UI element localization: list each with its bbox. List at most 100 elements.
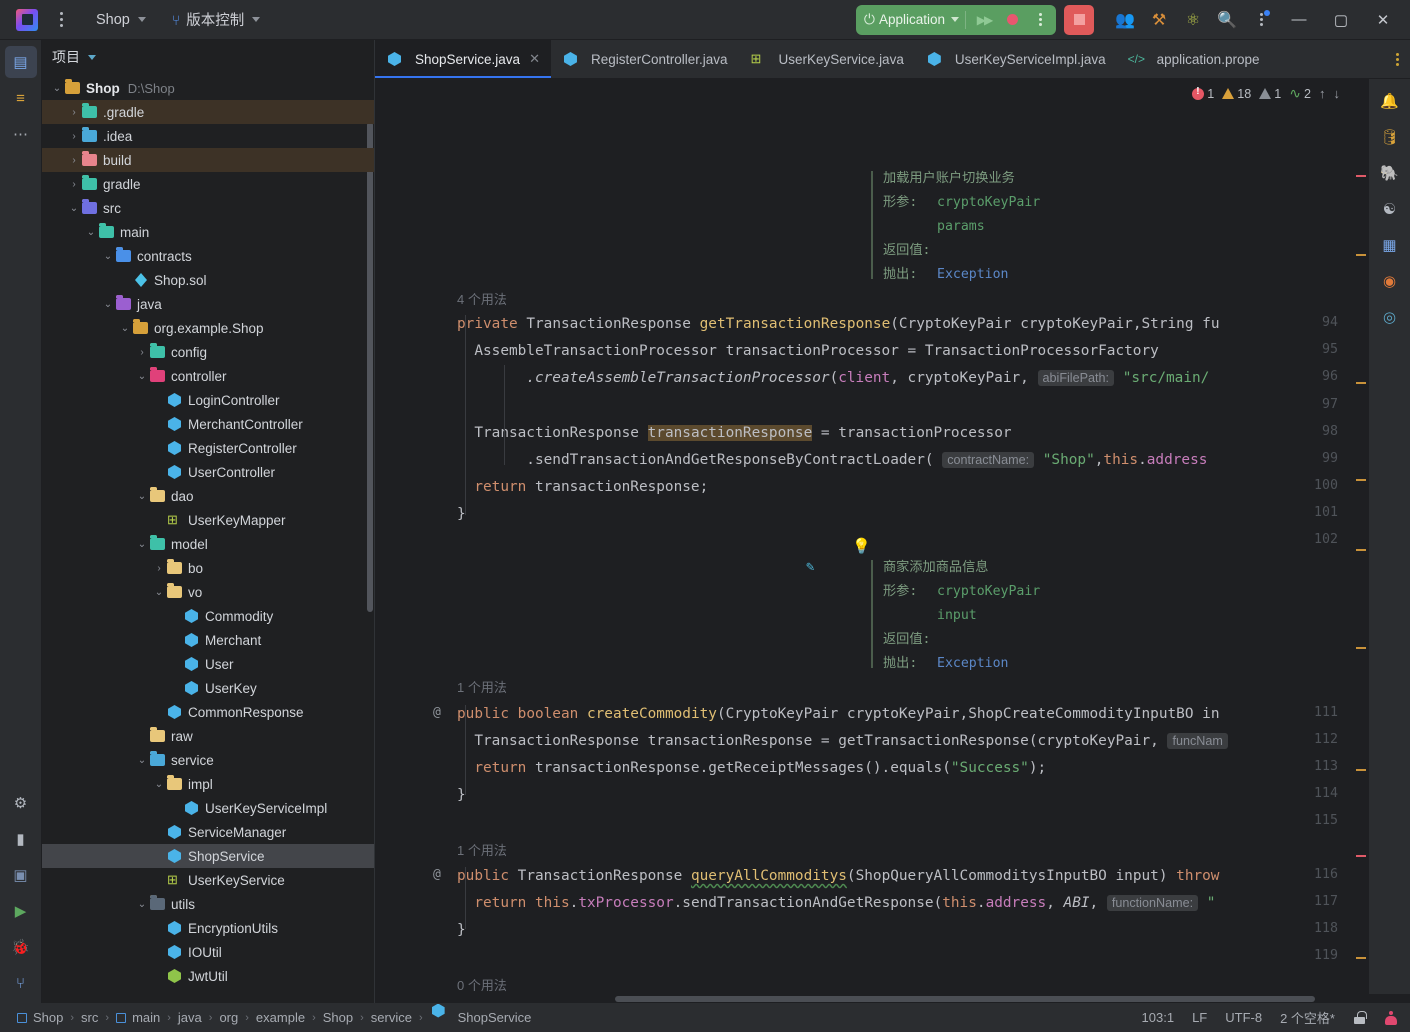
tree-item-jwtutil[interactable]: JwtUtil xyxy=(42,964,374,988)
more-options-icon[interactable] xyxy=(1244,5,1278,35)
line-number-98[interactable]: 98 xyxy=(1278,424,1338,439)
more-tools-icon[interactable]: ⋯ xyxy=(5,118,37,150)
tree-item-dao[interactable]: ⌄ dao xyxy=(42,484,374,508)
stop-button[interactable] xyxy=(1064,4,1094,35)
services-icon[interactable]: ▣ xyxy=(5,859,37,891)
tree-item-merchantcontroller[interactable]: MerchantController xyxy=(42,412,374,436)
line-number-116[interactable]: 116 xyxy=(1278,867,1338,882)
caret-position[interactable]: 103:1 xyxy=(1142,1010,1175,1025)
users-icon[interactable]: 👥 xyxy=(1108,5,1142,35)
error-count-badge[interactable]: 1 xyxy=(1192,86,1214,101)
tree-item-user[interactable]: User xyxy=(42,652,374,676)
search-icon[interactable]: 🔍 xyxy=(1210,5,1244,35)
tree-item-userkeyservice[interactable]: ⊞ UserKeyService xyxy=(42,868,374,892)
tree-item-usercontroller[interactable]: UserController xyxy=(42,460,374,484)
line-number-97[interactable]: 97 xyxy=(1278,397,1338,412)
tree-item-gradle[interactable]: › gradle xyxy=(42,172,374,196)
chevron-right-icon[interactable]: › xyxy=(67,155,81,166)
line-number-114[interactable]: 114 xyxy=(1278,786,1338,801)
tree-item-contracts[interactable]: ⌄ contracts xyxy=(42,244,374,268)
line-number-99[interactable]: 99 xyxy=(1278,451,1338,466)
database-icon[interactable]: 🛢 xyxy=(1374,121,1406,153)
breadcrumb-org[interactable]: org xyxy=(214,1008,243,1027)
editor-tab-registercontroller-java[interactable]: RegisterController.java xyxy=(551,40,739,78)
tree-item-encryptionutils[interactable]: EncryptionUtils xyxy=(42,916,374,940)
close-tab-icon[interactable]: ✕ xyxy=(529,51,540,67)
chevron-down-icon[interactable]: ⌄ xyxy=(135,755,149,766)
line-number-111[interactable]: 111 xyxy=(1278,705,1338,720)
tree-item-java[interactable]: ⌄ java xyxy=(42,292,374,316)
editor-tab-userkeyserviceimpl-java[interactable]: UserKeyServiceImpl.java xyxy=(915,40,1117,78)
tree-item-servicemanager[interactable]: ServiceManager xyxy=(42,820,374,844)
previous-problem-icon[interactable]: ↑ xyxy=(1319,86,1326,101)
siren-icon[interactable] xyxy=(1384,1010,1398,1025)
indent-setting[interactable]: 2 个空格* xyxy=(1280,1008,1335,1027)
chevron-right-icon[interactable]: › xyxy=(135,347,149,358)
line-number-95[interactable]: 95 xyxy=(1278,342,1338,357)
line-number-96[interactable]: 96 xyxy=(1278,369,1338,384)
ai-chat-icon[interactable]: ◉ xyxy=(1374,265,1406,297)
tree-item-org-example-shop[interactable]: ⌄ org.example.Shop xyxy=(42,316,374,340)
chevron-down-icon[interactable]: ⌄ xyxy=(50,83,64,94)
warning-count-badge[interactable]: 18 xyxy=(1222,87,1251,101)
notifications-icon[interactable]: 🔔 xyxy=(1374,85,1406,117)
chevron-right-icon[interactable]: › xyxy=(67,131,81,142)
chevron-down-icon[interactable]: ⌄ xyxy=(152,587,166,598)
editor-horizontal-scrollbar[interactable] xyxy=(375,994,1410,1003)
typo-count-badge[interactable]: ∿ 2 xyxy=(1289,85,1311,102)
file-encoding[interactable]: UTF-8 xyxy=(1225,1010,1262,1025)
tree-item-build[interactable]: › build xyxy=(42,148,374,172)
chevron-down-icon[interactable]: ⌄ xyxy=(152,779,166,790)
tree-item-bo[interactable]: › bo xyxy=(42,556,374,580)
breadcrumb-main[interactable]: main xyxy=(111,1008,165,1027)
bean-validation-icon[interactable]: ☯ xyxy=(1374,193,1406,225)
intention-bulb-icon[interactable]: 💡 xyxy=(852,537,871,555)
chevron-down-icon[interactable]: ⌄ xyxy=(67,203,81,214)
line-number-100[interactable]: 100 xyxy=(1278,478,1338,493)
ai-assistant-icon[interactable]: ⚛ xyxy=(1176,5,1210,35)
chevron-down-icon[interactable]: ⌄ xyxy=(135,539,149,550)
line-number-113[interactable]: 113 xyxy=(1278,759,1338,774)
chevron-down-icon[interactable]: ⌄ xyxy=(101,251,115,262)
usage-hint-3[interactable]: 0 个用法 xyxy=(457,975,507,994)
tree-item-shop-sol[interactable]: Shop.sol xyxy=(42,268,374,292)
tree-item-commodity[interactable]: Commodity xyxy=(42,604,374,628)
editor-tab-shopservice-java[interactable]: ShopService.java ✕ xyxy=(375,40,551,78)
run-tool-icon[interactable]: ▶ xyxy=(5,895,37,927)
line-separator[interactable]: LF xyxy=(1192,1010,1207,1025)
project-panel-header[interactable]: 项目 xyxy=(42,40,374,74)
tree-item-logincontroller[interactable]: LoginController xyxy=(42,388,374,412)
usage-hint-1[interactable]: 1 个用法 xyxy=(457,677,507,696)
breadcrumb-java[interactable]: java xyxy=(173,1008,207,1027)
breadcrumb-src[interactable]: src xyxy=(76,1008,103,1027)
tree-item-src[interactable]: ⌄ src xyxy=(42,196,374,220)
line-number-94[interactable]: 94 xyxy=(1278,315,1338,330)
tree-item-registercontroller[interactable]: RegisterController xyxy=(42,436,374,460)
tree-item-model[interactable]: ⌄ model xyxy=(42,532,374,556)
chevron-right-icon[interactable]: › xyxy=(152,563,166,574)
line-number-115[interactable]: 115 xyxy=(1278,813,1338,828)
main-menu-icon[interactable] xyxy=(48,7,74,33)
line-number-101[interactable]: 101 xyxy=(1278,505,1338,520)
error-marker-stripe[interactable] xyxy=(1354,79,1368,994)
project-tree[interactable]: ⌄ Shop D:\Shop › .gradle › .idea › build › gradle ⌄… xyxy=(42,74,374,1003)
tree-item-impl[interactable]: ⌄ impl xyxy=(42,772,374,796)
tree-item--idea[interactable]: › .idea xyxy=(42,124,374,148)
chevron-down-icon[interactable]: ⌄ xyxy=(135,899,149,910)
line-number-119[interactable]: 119 xyxy=(1278,948,1338,963)
tree-item-service[interactable]: ⌄ service xyxy=(42,748,374,772)
tree-item-controller[interactable]: ⌄ controller xyxy=(42,364,374,388)
tree-item-merchant[interactable]: Merchant xyxy=(42,628,374,652)
tree-item-vo[interactable]: ⌄ vo xyxy=(42,580,374,604)
gradle-icon[interactable]: 🐘 xyxy=(1374,157,1406,189)
inspection-widget[interactable]: 1 18 1 ∿ 2 xyxy=(1192,85,1340,102)
breadcrumb-shop[interactable]: Shop xyxy=(318,1008,358,1027)
breadcrumb-shop[interactable]: Shop xyxy=(12,1008,68,1027)
project-selector[interactable]: Shop xyxy=(88,8,154,32)
chevron-down-icon[interactable]: ⌄ xyxy=(135,371,149,382)
edit-pencil-icon[interactable]: ✎ xyxy=(806,559,814,575)
tree-item-shop[interactable]: ⌄ Shop D:\Shop xyxy=(42,76,374,100)
usage-hint-2[interactable]: 1 个用法 xyxy=(457,840,507,859)
sonar-icon[interactable]: ◎ xyxy=(1374,301,1406,333)
maven-icon[interactable]: ▦ xyxy=(1374,229,1406,261)
